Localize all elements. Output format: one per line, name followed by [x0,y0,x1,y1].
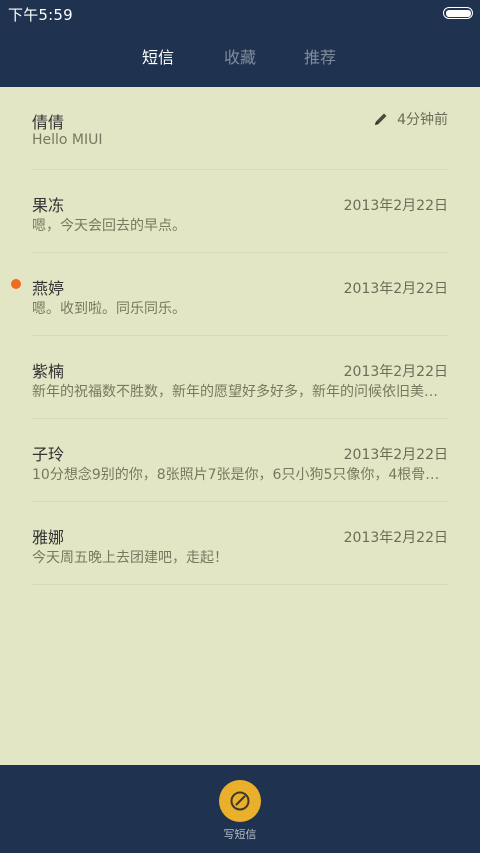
contact-name: 紫楠 [32,362,65,381]
message-time: 2013年2月22日 [343,281,448,297]
message-snippet: 嗯。收到啦。同乐同乐。 [32,301,186,317]
contact-name: 子玲 [32,445,65,464]
message-snippet: 10分想念9别的你，8张照片7张是你，6只小狗5只像你，4根骨头... [32,467,448,483]
conversation-row[interactable]: 紫楠 2013年2月22日 新年的祝福数不胜数，新年的愿望好多好多，新年的问候依… [32,336,448,419]
message-time: 2013年2月22日 [343,364,448,380]
message-time: 2013年2月22日 [343,530,448,546]
message-snippet: Hello MIUI [32,132,103,148]
draft-pencil-icon [375,113,387,125]
contact-name: 雅娜 [32,528,65,547]
contact-name: 果冻 [32,196,65,215]
conversation-list: 倩倩 4分钟前 Hello MIUI 果冻 2013年2月22日 嗯，今天会回去… [0,87,480,765]
conversation-row[interactable]: 雅娜 2013年2月22日 今天周五晚上去团建吧，走起！ [32,502,448,585]
message-time: 4分钟前 [397,112,448,128]
message-snippet: 今天周五晚上去团建吧，走起！ [32,550,228,566]
battery-icon [443,7,473,19]
conversation-row[interactable]: 燕婷 2013年2月22日 嗯。收到啦。同乐同乐。 [32,253,448,336]
bottom-bar: 写短信 [0,765,480,853]
message-time: 2013年2月22日 [343,198,448,214]
compose-label: 写短信 [223,828,257,841]
tab-favorites[interactable]: 收藏 [210,44,270,68]
tab-bar: 短信 收藏 推荐 [0,44,480,72]
conversation-row[interactable]: 子玲 2013年2月22日 10分想念9别的你，8张照片7张是你，6只小狗5只像… [32,419,448,502]
compose-button[interactable] [219,780,261,822]
unread-indicator [11,279,21,289]
compose-icon [230,791,250,811]
conversation-row[interactable]: 倩倩 4分钟前 Hello MIUI [32,87,448,170]
conversation-row[interactable]: 果冻 2013年2月22日 嗯，今天会回去的早点。 [32,170,448,253]
message-snippet: 新年的祝福数不胜数，新年的愿望好多好多，新年的问候依旧美好... [32,384,448,400]
status-time: 下午5:59 [8,6,73,24]
top-header: 下午5:59 短信 收藏 推荐 [0,0,480,87]
message-snippet: 嗯，今天会回去的早点。 [32,218,186,234]
contact-name: 燕婷 [32,279,65,298]
contact-name: 倩倩 [32,113,65,132]
tab-recommended[interactable]: 推荐 [290,44,350,68]
message-time: 2013年2月22日 [343,447,448,463]
status-bar: 下午5:59 [0,0,480,26]
tab-messages[interactable]: 短信 [128,44,188,68]
